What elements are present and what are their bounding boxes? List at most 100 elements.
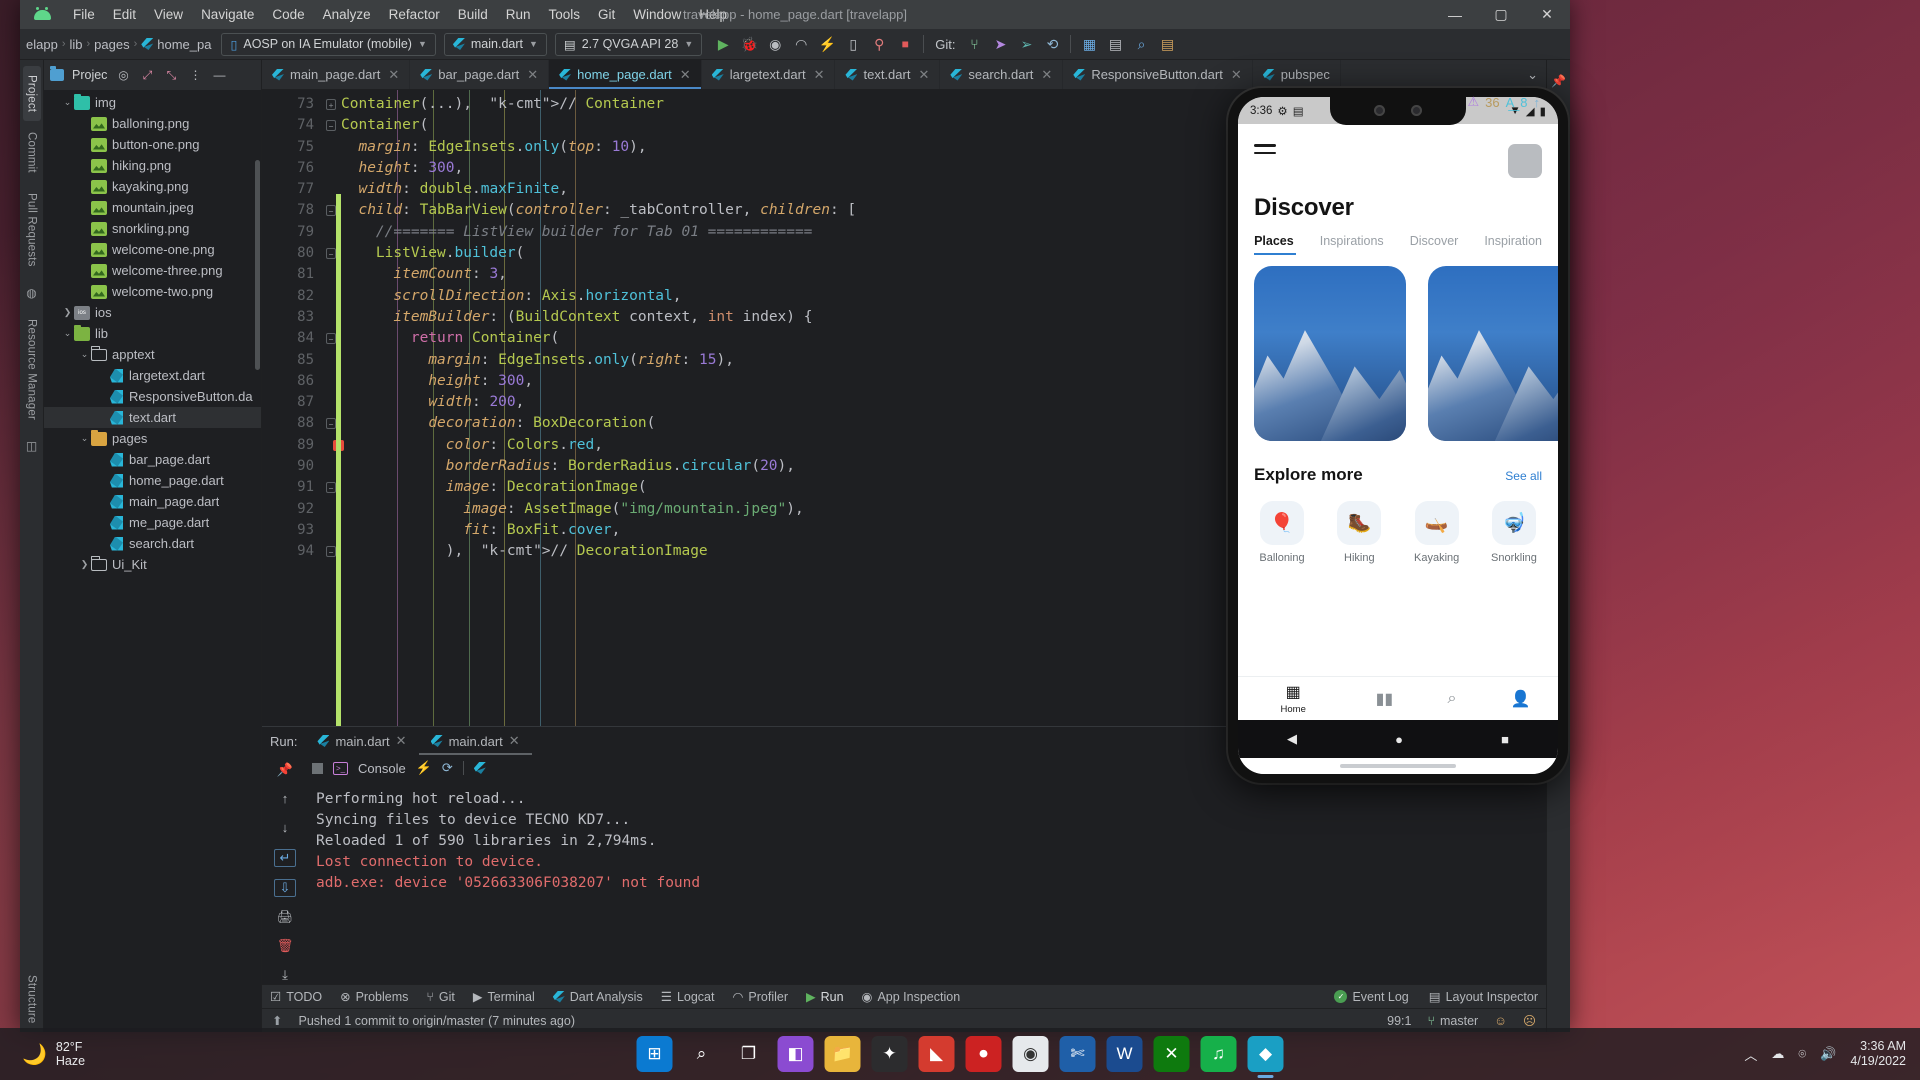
project-tree[interactable]: ⌄ img balloning.png button-one.png hiking.pn…: [44, 90, 261, 1032]
cloud-icon[interactable]: ☁: [1771, 1046, 1784, 1062]
place-card[interactable]: [1254, 266, 1406, 441]
chevron-down-icon[interactable]: ⌄: [78, 433, 91, 444]
xbox-icon[interactable]: ✕: [1153, 1036, 1190, 1072]
place-card-list[interactable]: [1254, 266, 1558, 441]
breadcrumb-item-2[interactable]: pages: [94, 37, 129, 52]
editor-tab[interactable]: text.dart ✕: [835, 60, 941, 89]
close-icon[interactable]: ✕: [680, 67, 691, 83]
tree-item[interactable]: hiking.png: [44, 155, 261, 176]
breadcrumb-item-3[interactable]: home_pa: [157, 37, 211, 52]
bottomnav-profile[interactable]: 👤: [1511, 689, 1531, 709]
tab-inspirations[interactable]: Inspirations: [1320, 234, 1384, 248]
recents-icon[interactable]: ■: [1501, 732, 1509, 747]
bottomnav-stats[interactable]: ▮▮: [1376, 689, 1394, 709]
chevron-down-icon[interactable]: ⌄: [61, 97, 74, 108]
menu-window[interactable]: Window: [624, 3, 690, 26]
activity-snorkling[interactable]: 🤿 Snorkling: [1486, 501, 1542, 564]
tree-item[interactable]: button-one.png: [44, 134, 261, 155]
run-button[interactable]: ▶: [710, 32, 736, 56]
kebab-icon[interactable]: ⋮: [187, 68, 203, 82]
run-config-selector[interactable]: main.dart ▼: [443, 32, 547, 56]
toolwin-dart-analysis[interactable]: Dart Analysis: [553, 990, 643, 1004]
editor-gutter[interactable]: 73 +74− 75 76 77 78− 79 80− 81 82 83 84− 85 86 87 88−89…: [262, 90, 344, 726]
menu-refactor[interactable]: Refactor: [380, 3, 449, 26]
close-icon[interactable]: ✕: [814, 67, 825, 83]
target-icon[interactable]: ◎: [115, 68, 131, 82]
commit-push-button[interactable]: ➢: [1013, 32, 1039, 56]
chevron-down-icon[interactable]: ⌄: [61, 328, 74, 339]
menu-analyze[interactable]: Analyze: [314, 3, 380, 26]
chevron-up-icon[interactable]: ︿: [1744, 1045, 1757, 1064]
layers-icon[interactable]: ◫: [26, 439, 37, 453]
tree-item[interactable]: ⌄ lib: [44, 323, 261, 344]
avd-selector[interactable]: ▤ 2.7 QVGA API 28 ▼: [554, 32, 703, 56]
branch-indicator[interactable]: ⑂ master: [1427, 1014, 1478, 1028]
menu-view[interactable]: View: [145, 3, 192, 26]
menu-run[interactable]: Run: [497, 3, 540, 26]
tree-item[interactable]: ResponsiveButton.da: [44, 386, 261, 407]
app-bottom-nav[interactable]: ▦ Home ▮▮ ⌕ 👤: [1238, 676, 1558, 720]
print-icon[interactable]: 🖨: [274, 909, 296, 926]
profile-button[interactable]: ◠: [788, 32, 814, 56]
home-icon[interactable]: ●: [1395, 732, 1403, 747]
device-manager-button[interactable]: ▤: [1102, 32, 1128, 56]
stop-icon[interactable]: [312, 762, 323, 774]
breadcrumb-item-1[interactable]: lib: [69, 37, 82, 52]
close-icon[interactable]: ✕: [918, 67, 929, 83]
caret-position[interactable]: 99:1: [1387, 1014, 1411, 1028]
github-icon[interactable]: ◍: [26, 286, 36, 300]
scroll-end-icon[interactable]: ⇩: [274, 878, 296, 897]
tree-item[interactable]: largetext.dart: [44, 365, 261, 386]
tree-item[interactable]: main_page.dart: [44, 491, 261, 512]
search-everywhere-button[interactable]: ⌕: [1128, 32, 1154, 56]
file-explorer-icon[interactable]: 📁: [824, 1036, 861, 1072]
editor-tab[interactable]: pubspec: [1253, 60, 1341, 89]
menu-navigate[interactable]: Navigate: [192, 3, 263, 26]
tree-item[interactable]: welcome-two.png: [44, 281, 261, 302]
export-icon[interactable]: ⤓: [274, 967, 296, 984]
grid-button[interactable]: ▦: [1076, 32, 1102, 56]
taskbar-clock[interactable]: 3:36 AM 4/19/2022: [1850, 1039, 1906, 1069]
tree-item[interactable]: ⌄ img: [44, 92, 261, 113]
emulator-screen[interactable]: 3:36 ⚙ ▤ ▼ ◢ ▮ Discover Places Inspirati…: [1238, 97, 1558, 774]
toolwin-problems[interactable]: ⊗ Problems: [340, 989, 408, 1005]
wifi-icon[interactable]: ⌾: [1798, 1046, 1806, 1062]
tree-item[interactable]: home_page.dart: [44, 470, 261, 491]
tree-item[interactable]: ⌄ pages: [44, 428, 261, 449]
close-icon[interactable]: ✕: [1041, 67, 1052, 83]
toolwin-terminal[interactable]: ▶ Terminal: [473, 989, 535, 1005]
close-icon[interactable]: ✕: [396, 733, 407, 749]
toolwin-app-inspection[interactable]: ◉ App Inspection: [862, 989, 961, 1005]
settings-button[interactable]: ▤: [1154, 32, 1180, 56]
menu-git[interactable]: Git: [589, 3, 624, 26]
tab-overflow-icon[interactable]: ⌄: [1519, 60, 1546, 89]
down-arrow-icon[interactable]: ↓: [274, 819, 296, 836]
close-icon[interactable]: ✕: [388, 67, 399, 83]
collapse-icon[interactable]: ⤡: [163, 68, 179, 83]
console-icon[interactable]: >_: [333, 761, 348, 775]
task-view-icon[interactable]: ❐: [731, 1036, 767, 1072]
editor-tab[interactable]: main_page.dart ✕: [262, 60, 411, 89]
tree-item[interactable]: kayaking.png: [44, 176, 261, 197]
run-tab-0[interactable]: main.dart ✕: [305, 727, 418, 755]
breadcrumb-item-0[interactable]: elapp: [26, 37, 58, 52]
toolwin-git[interactable]: ⑂ Git: [426, 990, 455, 1004]
close-icon[interactable]: ✕: [527, 67, 538, 83]
debug-button[interactable]: 🐞: [736, 32, 762, 56]
flutter-device-button[interactable]: ▯: [840, 32, 866, 56]
menu-help[interactable]: Help: [690, 3, 736, 26]
expand-icon[interactable]: ⤢: [139, 68, 155, 83]
activity-balloning[interactable]: 🎈 Balloning: [1254, 501, 1310, 564]
frowny-icon[interactable]: ☹: [1523, 1013, 1536, 1028]
tree-item[interactable]: balloning.png: [44, 113, 261, 134]
run-coverage-button[interactable]: ◉: [762, 32, 788, 56]
toolwin-logcat[interactable]: ☰ Logcat: [661, 989, 715, 1005]
minimize-button[interactable]: —: [1432, 0, 1478, 29]
up-arrow-icon[interactable]: ↑: [274, 790, 296, 807]
tree-item[interactable]: mountain.jpeg: [44, 197, 261, 218]
close-icon[interactable]: ✕: [509, 733, 520, 749]
delete-icon[interactable]: 🗑: [274, 938, 296, 955]
editor-tab[interactable]: home_page.dart ✕: [549, 60, 702, 89]
tab-inspiration[interactable]: Inspiration: [1484, 234, 1542, 248]
activity-hiking[interactable]: 🥾 Hiking: [1331, 501, 1387, 564]
